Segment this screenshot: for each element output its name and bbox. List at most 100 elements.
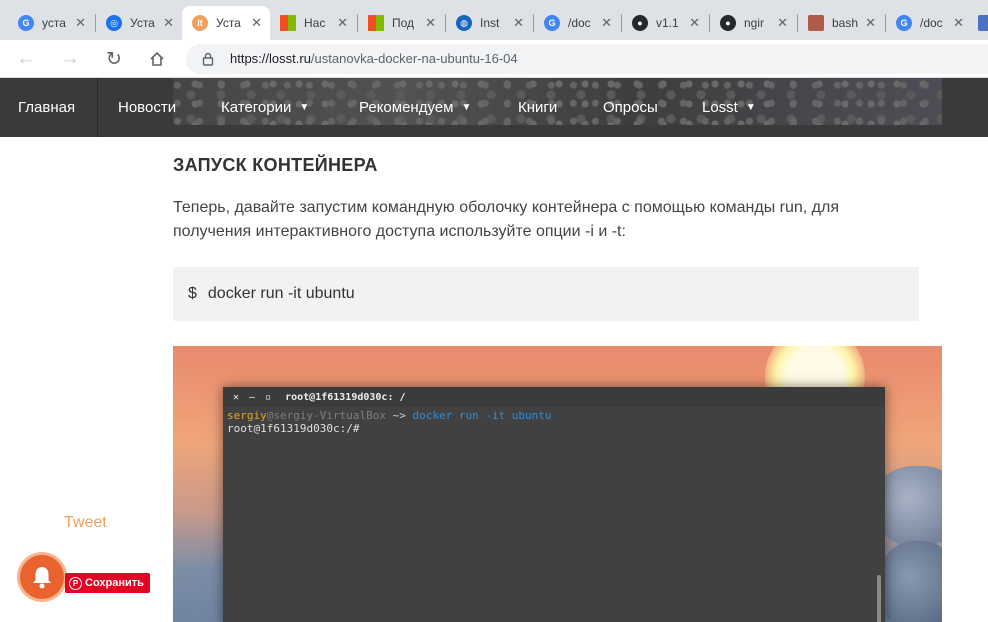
close-tab-icon[interactable]: ✕: [75, 15, 86, 31]
terminal-host: @sergiy-VirtualBox: [266, 409, 386, 422]
browser-tab[interactable]: bash ✕: [798, 6, 884, 40]
forward-icon[interactable]: →: [56, 46, 84, 72]
address-bar[interactable]: https://losst.ru/ustanovka-docker-na-ubu…: [186, 44, 988, 74]
terminal-window: ✕ – ▫ root@1f61319d030c: / sergiy@sergiy…: [223, 387, 885, 622]
nav-item-label: Книги: [518, 99, 558, 116]
nav-item-home[interactable]: Главная: [18, 78, 75, 137]
tab-title: уста: [42, 16, 66, 30]
tab-title: Уста: [130, 16, 155, 30]
section-heading: ЗАПУСК КОНТЕЙНЕРА: [173, 155, 378, 175]
terminal-titlebar: ✕ – ▫ root@1f61319d030c: /: [223, 387, 885, 407]
article-paragraph: Теперь, давайте запустим командную оболо…: [173, 199, 840, 240]
terminal-screenshot: ✕ – ▫ root@1f61319d030c: / sergiy@sergiy…: [173, 346, 942, 622]
nav-item-label: Losst: [702, 99, 738, 116]
tweet-link[interactable]: Tweet: [64, 514, 107, 532]
nav-item-losst[interactable]: Losst ▼: [702, 78, 756, 137]
tab-title: v1.1: [656, 16, 679, 30]
browser-tab[interactable]: G уста ✕: [8, 6, 94, 40]
page-icon: [978, 15, 988, 31]
tab-title: /doc: [920, 16, 943, 30]
tab-title: Уста: [216, 16, 241, 30]
terminal-user: sergiy: [227, 409, 267, 422]
tab-title: Inst: [480, 16, 500, 30]
terminal-line: sergiy@sergiy-VirtualBox ~> docker run -…: [227, 409, 881, 422]
url-text: https://losst.ru/ustanovka-docker-na-ubu…: [230, 51, 518, 66]
browser-tab[interactable]: ● v1.1 ✕: [622, 6, 708, 40]
tab-title: Нас: [304, 16, 326, 30]
terminal-scrollbar: [877, 575, 881, 622]
browser-toolbar: ← → ↻ https://losst.ru/ustanovka-docker-…: [0, 40, 988, 78]
lock-icon[interactable]: [202, 52, 214, 66]
pinterest-save-button[interactable]: P Сохранить: [65, 573, 150, 593]
pinterest-icon: P: [69, 576, 82, 590]
tab-title: bash: [832, 16, 859, 30]
browser-tab[interactable]: ◍ Inst ✕: [446, 6, 532, 40]
browser-tab[interactable]: ◎ Уста ✕: [96, 6, 182, 40]
close-tab-icon[interactable]: ✕: [337, 15, 348, 31]
terminal-title: root@1f61319d030c: /: [285, 391, 406, 403]
notification-bell-button[interactable]: [17, 552, 67, 602]
browser-tab-active[interactable]: lt Уста ✕: [182, 6, 270, 40]
bell-icon: [33, 567, 51, 589]
github-icon: ●: [720, 15, 736, 31]
browser-tab-partial[interactable]: [974, 6, 988, 40]
browser-tab[interactable]: G /doc ✕: [534, 6, 620, 40]
nav-item-label: Опросы: [603, 99, 658, 116]
nav-item-recommended[interactable]: Рекомендуем ▼: [359, 78, 471, 137]
nav-divider: [97, 78, 98, 137]
terminal-arrow: ~>: [392, 409, 406, 422]
nav-item-label: Новости: [118, 99, 177, 116]
google-icon: G: [544, 15, 560, 31]
maximize-icon: ▫: [265, 391, 272, 403]
nav-item-news[interactable]: Новости: [118, 78, 176, 137]
code-block[interactable]: $ docker run -it ubuntu: [173, 267, 919, 321]
nav-item-label: Категории: [221, 99, 292, 116]
code-text: docker run -it ubuntu: [207, 285, 355, 302]
github-icon: ●: [632, 15, 648, 31]
chevron-down-icon: ▼: [299, 102, 310, 113]
close-tab-icon[interactable]: ✕: [777, 15, 788, 31]
chromium-icon: ◎: [106, 15, 122, 31]
browser-tab[interactable]: G /doc ✕: [886, 6, 972, 40]
code-prompt: $: [188, 285, 197, 302]
nav-item-polls[interactable]: Опросы: [603, 78, 658, 137]
google-icon: G: [18, 15, 34, 31]
close-tab-icon[interactable]: ✕: [865, 15, 876, 31]
pin-save-label: Сохранить: [85, 577, 144, 589]
reload-icon[interactable]: ↻: [100, 46, 128, 72]
terminal-command: docker run -it ubuntu: [412, 409, 552, 422]
nav-item-books[interactable]: Книги: [518, 78, 557, 137]
terminal-body: sergiy@sergiy-VirtualBox ~> docker run -…: [223, 407, 885, 437]
url-host: https://losst.ru: [230, 51, 311, 66]
site-nav: Главная Новости Категории ▼ Рекомендуем ▼ …: [0, 78, 988, 137]
close-tab-icon[interactable]: ✕: [601, 15, 612, 31]
nav-item-categories[interactable]: Категории ▼: [221, 78, 309, 137]
close-tab-icon[interactable]: ✕: [251, 15, 262, 31]
browser-tab[interactable]: Нас ✕: [270, 6, 356, 40]
minimize-icon: –: [249, 391, 256, 403]
browser-tab[interactable]: Под ✕: [358, 6, 444, 40]
tab-title: ngir: [744, 16, 765, 30]
chevron-down-icon: ▼: [461, 102, 472, 113]
tab-title: Под: [392, 16, 415, 30]
close-tab-icon[interactable]: ✕: [513, 15, 524, 31]
close-tab-icon[interactable]: ✕: [163, 15, 174, 31]
back-icon[interactable]: ←: [12, 46, 40, 72]
nav-item-label: Главная: [18, 99, 76, 116]
google-icon: G: [896, 15, 912, 31]
browser-tab[interactable]: ● ngir ✕: [710, 6, 796, 40]
home-icon[interactable]: [143, 46, 171, 72]
close-tab-icon[interactable]: ✕: [953, 15, 964, 31]
nav-item-label: Рекомендуем: [359, 99, 454, 116]
microsoft-icon: [280, 15, 296, 31]
microsoft-icon: [368, 15, 384, 31]
terminal-line: root@1f61319d030c:/#: [227, 422, 360, 435]
close-tab-icon[interactable]: ✕: [425, 15, 436, 31]
globe-icon: ◍: [456, 15, 472, 31]
close-tab-icon[interactable]: ✕: [689, 15, 700, 31]
chevron-down-icon: ▼: [745, 102, 756, 113]
url-path: /ustanovka-docker-na-ubuntu-16-04: [310, 51, 518, 66]
tab-title: /doc: [568, 16, 591, 30]
close-icon: ✕: [233, 391, 240, 403]
losst-icon: lt: [192, 15, 208, 31]
